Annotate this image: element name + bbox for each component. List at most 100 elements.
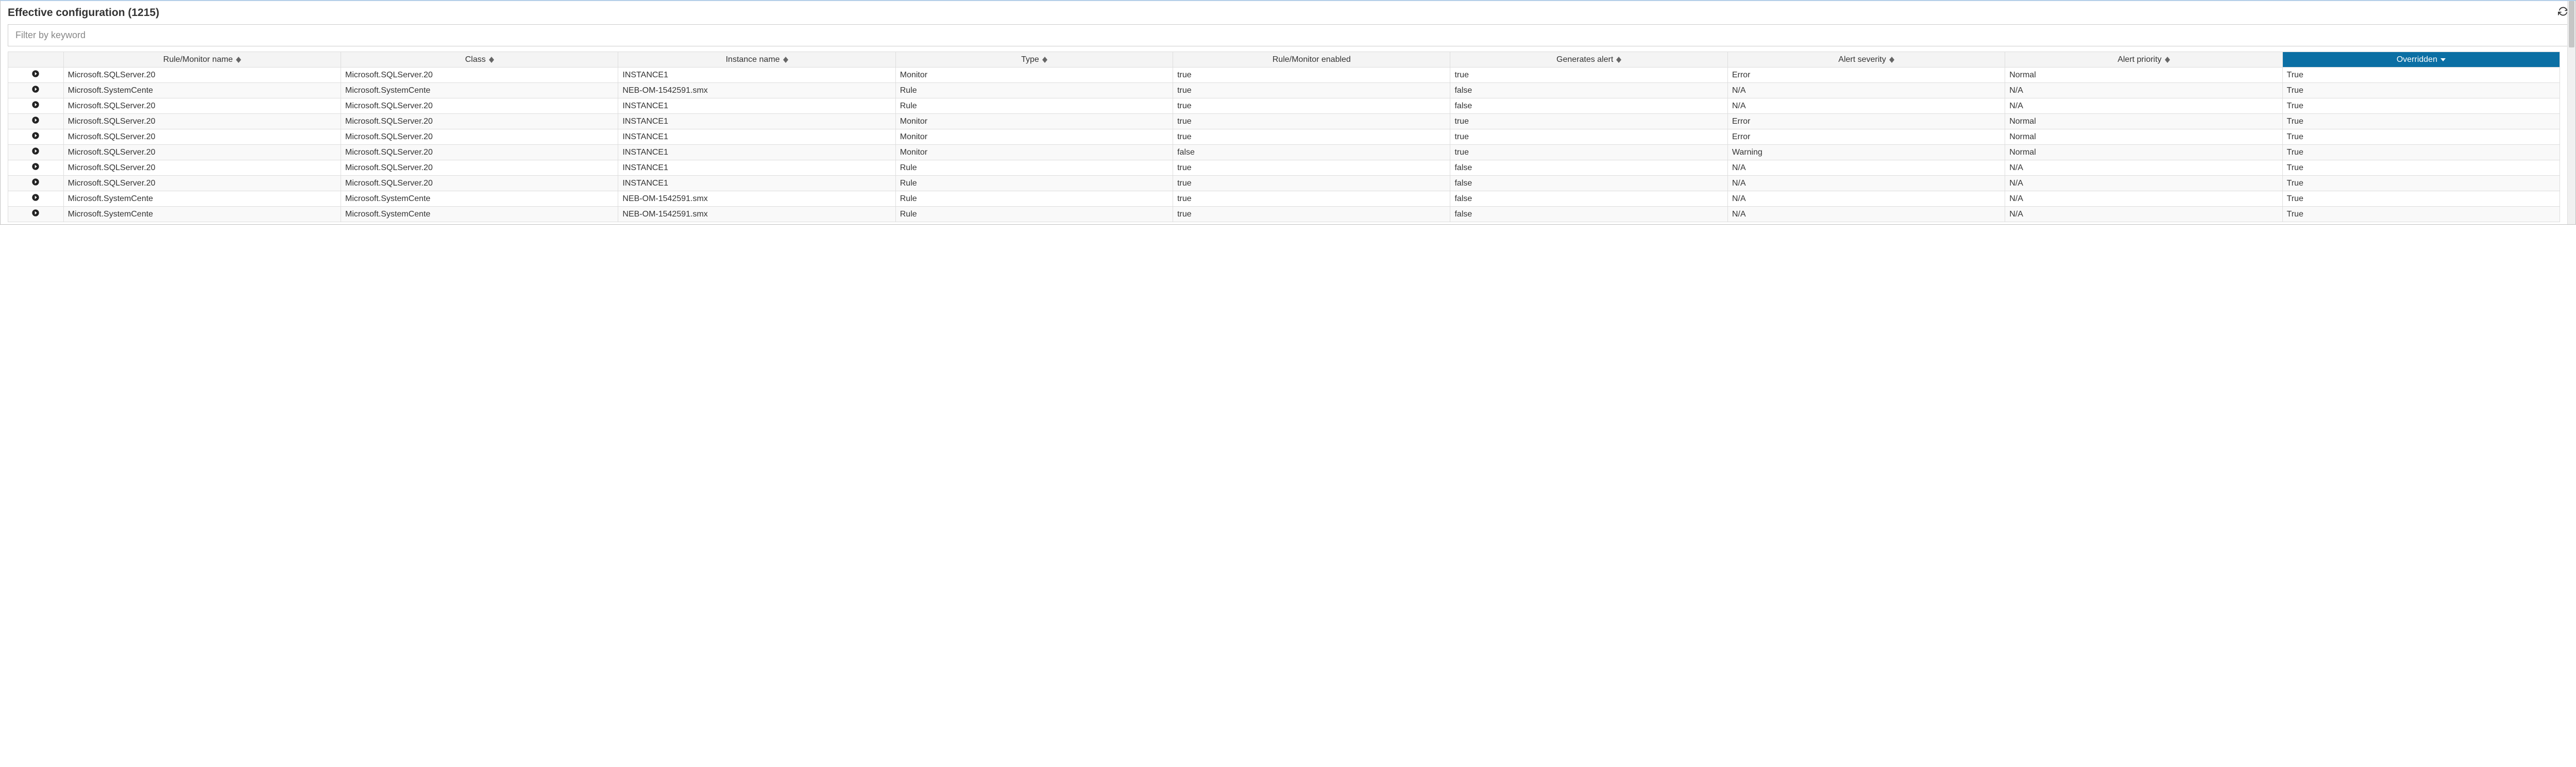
table-row[interactable]: Microsoft.SQLServer.20Microsoft.SQLServe… — [8, 68, 2560, 83]
vertical-scrollbar[interactable] — [2567, 1, 2575, 224]
cell-class: Microsoft.SystemCente — [341, 83, 618, 98]
expand-cell[interactable] — [8, 160, 64, 176]
cell-name: Microsoft.SQLServer.20 — [63, 68, 341, 83]
cell-severity: N/A — [1727, 207, 2005, 222]
cell-instance: NEB-OM-1542591.smx — [618, 191, 895, 207]
cell-class: Microsoft.SQLServer.20 — [341, 160, 618, 176]
column-label: Rule/Monitor enabled — [1273, 55, 1351, 64]
cell-severity: Error — [1727, 114, 2005, 129]
cell-instance: NEB-OM-1542591.smx — [618, 207, 895, 222]
column-header[interactable]: Rule/Monitor name — [63, 52, 341, 68]
cell-severity: N/A — [1727, 176, 2005, 191]
cell-instance: INSTANCE1 — [618, 98, 895, 114]
table-row[interactable]: Microsoft.SystemCenteMicrosoft.SystemCen… — [8, 207, 2560, 222]
cell-name: Microsoft.SystemCente — [63, 191, 341, 207]
column-label: Alert priority — [2117, 55, 2161, 64]
sort-icon[interactable] — [1616, 57, 1621, 63]
table-row[interactable]: Microsoft.SQLServer.20Microsoft.SQLServe… — [8, 160, 2560, 176]
sort-icon[interactable] — [2441, 58, 2446, 62]
cell-generates: false — [1450, 160, 1727, 176]
effective-config-panel: Effective configuration (1215) — [0, 0, 2576, 225]
cell-class: Microsoft.SQLServer.20 — [341, 129, 618, 145]
sort-icon[interactable] — [1042, 57, 1047, 63]
expand-cell[interactable] — [8, 114, 64, 129]
cell-name: Microsoft.SQLServer.20 — [63, 98, 341, 114]
column-header[interactable]: Type — [895, 52, 1173, 68]
table-row[interactable]: Microsoft.SystemCenteMicrosoft.SystemCen… — [8, 191, 2560, 207]
expand-cell[interactable] — [8, 191, 64, 207]
chevron-right-icon[interactable] — [31, 70, 40, 78]
cell-priority: N/A — [2005, 191, 2282, 207]
filter-input[interactable] — [8, 25, 2568, 46]
refresh-icon[interactable] — [2558, 6, 2568, 19]
chevron-right-icon[interactable] — [31, 131, 40, 140]
cell-name: Microsoft.SQLServer.20 — [63, 160, 341, 176]
cell-priority: N/A — [2005, 83, 2282, 98]
table-row[interactable]: Microsoft.SQLServer.20Microsoft.SQLServe… — [8, 145, 2560, 160]
cell-generates: true — [1450, 145, 1727, 160]
cell-enabled: true — [1173, 176, 1450, 191]
cell-type: Rule — [895, 83, 1173, 98]
chevron-right-icon[interactable] — [31, 209, 40, 217]
cell-overridden: True — [2282, 98, 2560, 114]
cell-overridden: True — [2282, 176, 2560, 191]
cell-enabled: true — [1173, 68, 1450, 83]
cell-severity: Error — [1727, 129, 2005, 145]
cell-priority: Normal — [2005, 129, 2282, 145]
expand-cell[interactable] — [8, 176, 64, 191]
column-header[interactable]: Instance name — [618, 52, 895, 68]
cell-instance: INSTANCE1 — [618, 68, 895, 83]
sort-icon[interactable] — [1889, 57, 1894, 63]
sort-icon[interactable] — [2165, 57, 2170, 63]
chevron-right-icon[interactable] — [31, 101, 40, 109]
cell-class: Microsoft.SQLServer.20 — [341, 176, 618, 191]
cell-instance: INSTANCE1 — [618, 114, 895, 129]
cell-overridden: True — [2282, 68, 2560, 83]
column-header[interactable]: Overridden — [2282, 52, 2560, 68]
cell-class: Microsoft.SQLServer.20 — [341, 98, 618, 114]
table-area: Rule/Monitor name Class Instance name Type R… — [8, 52, 2560, 222]
chevron-right-icon[interactable] — [31, 147, 40, 155]
cell-severity: N/A — [1727, 160, 2005, 176]
table-row[interactable]: Microsoft.SQLServer.20Microsoft.SQLServe… — [8, 129, 2560, 145]
chevron-right-icon[interactable] — [31, 85, 40, 93]
column-header[interactable]: Alert severity — [1727, 52, 2005, 68]
expand-cell[interactable] — [8, 129, 64, 145]
column-header[interactable]: Alert priority — [2005, 52, 2282, 68]
chevron-right-icon[interactable] — [31, 116, 40, 124]
expand-cell[interactable] — [8, 83, 64, 98]
cell-instance: INSTANCE1 — [618, 145, 895, 160]
column-header[interactable]: Class — [341, 52, 618, 68]
expand-cell[interactable] — [8, 68, 64, 83]
column-header[interactable]: Generates alert — [1450, 52, 1727, 68]
sort-icon[interactable] — [489, 57, 494, 63]
cell-name: Microsoft.SQLServer.20 — [63, 176, 341, 191]
expand-cell[interactable] — [8, 207, 64, 222]
table-row[interactable]: Microsoft.SQLServer.20Microsoft.SQLServe… — [8, 114, 2560, 129]
cell-generates: true — [1450, 68, 1727, 83]
cell-generates: false — [1450, 176, 1727, 191]
chevron-right-icon[interactable] — [31, 193, 40, 202]
cell-severity: N/A — [1727, 98, 2005, 114]
column-label: Rule/Monitor name — [163, 55, 233, 64]
expand-cell[interactable] — [8, 98, 64, 114]
expand-cell[interactable] — [8, 145, 64, 160]
cell-type: Monitor — [895, 129, 1173, 145]
table-row[interactable]: Microsoft.SQLServer.20Microsoft.SQLServe… — [8, 176, 2560, 191]
cell-generates: true — [1450, 114, 1727, 129]
cell-overridden: True — [2282, 83, 2560, 98]
chevron-right-icon[interactable] — [31, 178, 40, 186]
cell-priority: Normal — [2005, 68, 2282, 83]
table-row[interactable]: Microsoft.SQLServer.20Microsoft.SQLServe… — [8, 98, 2560, 114]
column-label: Instance name — [726, 55, 780, 64]
cell-severity: N/A — [1727, 191, 2005, 207]
scrollbar-thumb[interactable] — [2569, 1, 2574, 47]
sort-icon[interactable] — [236, 57, 241, 63]
cell-type: Rule — [895, 176, 1173, 191]
sort-icon[interactable] — [783, 57, 788, 63]
chevron-right-icon[interactable] — [31, 162, 40, 171]
panel-title: Effective configuration (1215) — [8, 7, 159, 19]
filter-container — [8, 24, 2568, 46]
table-row[interactable]: Microsoft.SystemCenteMicrosoft.SystemCen… — [8, 83, 2560, 98]
config-table: Rule/Monitor name Class Instance name Type R… — [8, 52, 2560, 222]
